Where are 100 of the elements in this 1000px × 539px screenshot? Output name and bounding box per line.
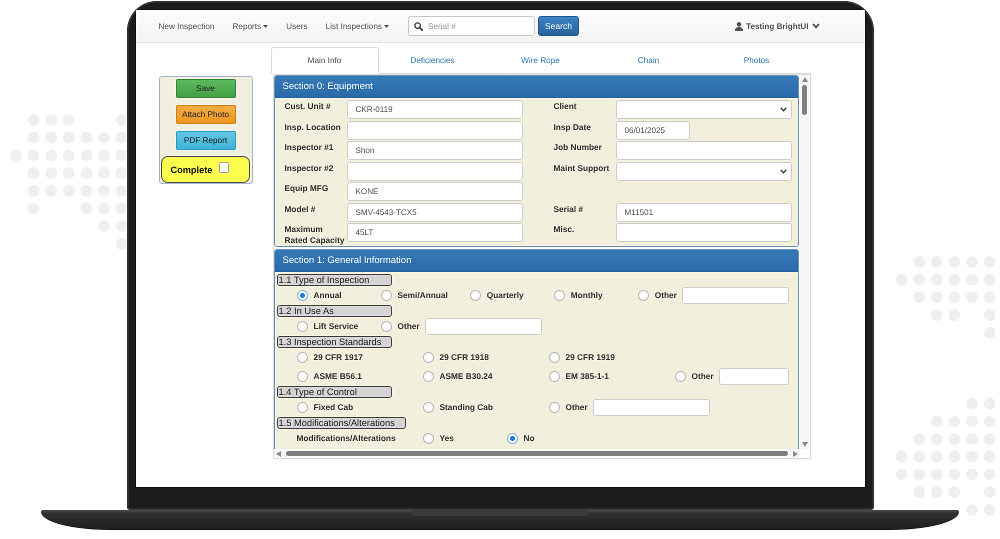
text-field[interactable]: [346, 162, 522, 180]
group-heading: 1.3 Inspection Standards: [276, 336, 392, 348]
radio-label: Other: [692, 371, 714, 381]
radio-button[interactable]: [296, 290, 308, 300]
search-button[interactable]: Search: [538, 16, 579, 36]
field-label: Cust. Unit #: [284, 100, 332, 112]
radio-label: Semi/Annual: [398, 290, 448, 300]
text-field[interactable]: SMV-4543-TCX5: [346, 202, 522, 222]
nav-link[interactable]: New Inspection: [158, 22, 214, 30]
radio-button[interactable]: [470, 290, 481, 300]
radio-button[interactable]: [548, 370, 560, 382]
radio-button[interactable]: [506, 432, 518, 444]
field-label: Equip MFG: [284, 182, 330, 194]
group-heading: 1.5 Modifications/Alterations: [276, 416, 406, 428]
radio-label: 29 CFR 1917: [314, 352, 363, 362]
text-field[interactable]: M11501: [616, 202, 792, 222]
vertical-scrollbar[interactable]: [800, 75, 810, 449]
date-field[interactable]: 06/01/2025: [616, 120, 690, 140]
text-field[interactable]: [718, 368, 788, 384]
field-label: Maximum Rated Capacity: [284, 223, 346, 246]
radio-label: Other: [398, 321, 420, 331]
radio-label: No: [524, 433, 535, 443]
radio-button[interactable]: [422, 370, 434, 382]
chevron-down-icon: [780, 107, 786, 112]
user-menu[interactable]: Testing BrightUI: [735, 22, 820, 30]
select-field[interactable]: [616, 100, 792, 119]
radio-button[interactable]: [548, 352, 560, 362]
radio-label: ASME B30.24: [440, 371, 493, 381]
tab[interactable]: Wire Rope: [486, 47, 594, 74]
horizontal-scrollbar[interactable]: [274, 449, 800, 458]
action-button[interactable]: Attach Photo: [176, 104, 236, 124]
radio-button[interactable]: [548, 402, 560, 412]
radio-button[interactable]: [296, 402, 308, 412]
radio-button[interactable]: [638, 290, 649, 300]
chevron-down-icon: [812, 23, 820, 29]
text-field[interactable]: Shon: [346, 141, 522, 160]
radio-label: 29 CFR 1919: [566, 352, 615, 362]
text-field[interactable]: [592, 398, 710, 416]
section-header: Section 1: General Information: [274, 250, 798, 272]
radio-label: Standing Cab: [440, 402, 493, 412]
radio-button[interactable]: [674, 370, 686, 382]
text-field[interactable]: [346, 120, 522, 140]
radio-label: Yes: [440, 433, 454, 443]
radio-label: 29 CFR 1918: [440, 352, 489, 362]
field-label: Misc.: [554, 223, 576, 235]
scrollbar-thumb[interactable]: [286, 451, 788, 456]
text-field[interactable]: [616, 223, 792, 242]
field-label: Serial #: [554, 202, 584, 214]
tab[interactable]: Chain: [594, 47, 702, 74]
radio-button[interactable]: [296, 352, 308, 362]
action-button[interactable]: Save: [176, 79, 236, 98]
tab[interactable]: Photos: [702, 47, 810, 74]
field-label: Client: [554, 100, 578, 112]
nav-link[interactable]: Users: [286, 22, 308, 30]
radio-button[interactable]: [296, 320, 308, 332]
chevron-down-icon: [780, 168, 786, 174]
field-label: Maint Support: [554, 162, 610, 174]
radio-label: Lift Service: [314, 321, 358, 331]
tab[interactable]: Deficiencies: [378, 47, 486, 74]
text-field[interactable]: KONE: [346, 182, 522, 201]
field-label: Job Number: [554, 141, 603, 153]
group-heading: 1.2 In Use As: [276, 304, 392, 316]
radio-label: Fixed Cab: [314, 402, 354, 412]
nav-link[interactable]: List Inspections: [326, 22, 389, 30]
action-button[interactable]: PDF Report: [176, 130, 236, 150]
scrollbar-thumb[interactable]: [802, 85, 807, 115]
radio-button[interactable]: [554, 290, 565, 300]
field-label: Inspector #2: [284, 162, 334, 174]
search-icon: [414, 22, 423, 30]
radio-button[interactable]: [422, 402, 434, 412]
field-label: Insp. Location: [284, 120, 342, 132]
radio-label: EM 385-1-1: [566, 371, 609, 381]
radio-button[interactable]: [380, 290, 392, 300]
text-field[interactable]: [616, 141, 792, 160]
nav-link[interactable]: Reports: [232, 22, 268, 30]
up-triangle-icon[interactable]: [802, 77, 808, 82]
down-triangle-icon[interactable]: [802, 442, 808, 447]
text-field[interactable]: 45LT: [346, 223, 522, 242]
select-field[interactable]: [616, 162, 792, 180]
group-heading: 1.1 Type of Inspection: [276, 274, 392, 286]
group-heading: 1.4 Type of Control: [276, 386, 392, 398]
radio-label: Annual: [314, 290, 342, 300]
search-field[interactable]: Serial #: [408, 16, 535, 36]
text-field[interactable]: [682, 286, 788, 304]
radio-button[interactable]: [422, 352, 434, 362]
radio-button[interactable]: [380, 320, 392, 332]
field-label: Model #: [284, 202, 316, 214]
field-label: Insp Date: [554, 120, 592, 132]
radio-button[interactable]: [296, 370, 308, 382]
radio-label: ASME B56.1: [314, 371, 362, 381]
person-icon: [735, 22, 744, 30]
left-triangle-icon[interactable]: [276, 450, 280, 456]
right-triangle-icon[interactable]: [792, 450, 798, 456]
text-field[interactable]: CKR-0119: [346, 100, 522, 119]
section-header: Section 0: Equipment: [274, 76, 798, 98]
text-field[interactable]: [424, 318, 542, 334]
checkbox[interactable]: [218, 162, 230, 173]
tab[interactable]: Main Info: [270, 47, 378, 74]
question-label: Modifications/Alterations: [296, 433, 397, 443]
radio-button[interactable]: [422, 432, 434, 444]
